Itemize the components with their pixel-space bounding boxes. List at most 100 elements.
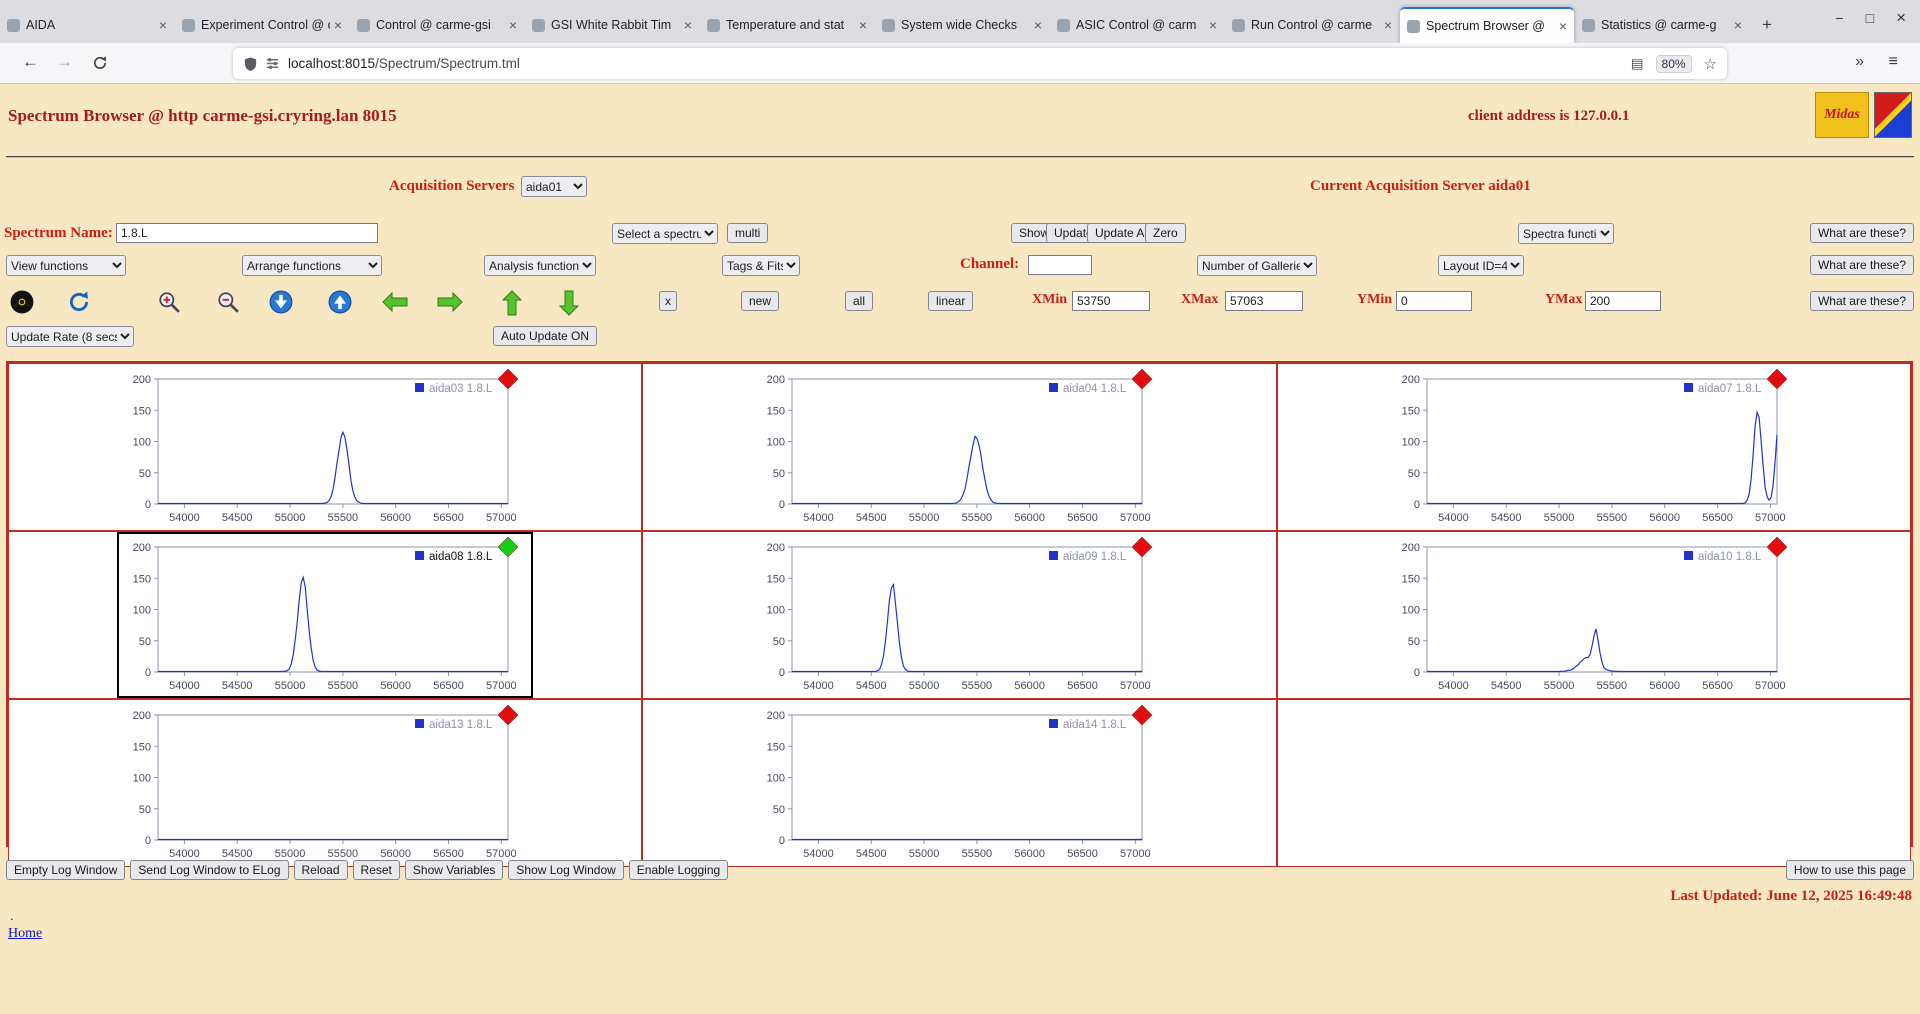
tab-close-icon[interactable]: × — [1034, 17, 1042, 33]
pan-right-button[interactable] — [437, 290, 461, 314]
forward-button[interactable]: → — [56, 52, 73, 72]
browser-tab[interactable]: Temperature and stat× — [700, 7, 874, 43]
y-tick-label: 200 — [767, 374, 785, 386]
reload-button[interactable] — [92, 55, 108, 76]
empty-log-window-button[interactable]: Empty Log Window — [6, 860, 125, 880]
enable-logging-button[interactable]: Enable Logging — [629, 860, 728, 880]
back-button[interactable]: ← — [22, 52, 39, 72]
new-button[interactable]: new — [741, 291, 779, 311]
what-are-these-button-1[interactable]: What are these? — [1810, 223, 1914, 243]
menu-hamburger-icon[interactable]: ≡ — [1889, 53, 1898, 71]
show-log-window-button[interactable]: Show Log Window — [508, 860, 623, 880]
spectrum-cell[interactable]: 0501001502005400054500550005550056000565… — [8, 531, 642, 699]
spectrum-cell[interactable]: 0501001502005400054500550005550056000565… — [1277, 531, 1911, 699]
spectrum-panel[interactable]: 0501001502005400054500550005550056000565… — [1386, 532, 1802, 698]
acquisition-server-select[interactable]: aida01 — [521, 176, 587, 197]
tab-close-icon[interactable]: × — [1384, 17, 1392, 33]
spectra-functions-select[interactable]: Spectra functions — [1518, 223, 1614, 244]
all-button[interactable]: all — [845, 291, 873, 311]
tab-close-icon[interactable]: × — [334, 17, 342, 33]
browser-tab[interactable]: Statistics @ carme-g× — [1575, 7, 1749, 43]
multi-button[interactable]: multi — [727, 223, 768, 243]
channel-input[interactable] — [1028, 255, 1092, 275]
send-log-to-elog-button[interactable]: Send Log Window to ELog — [130, 860, 288, 880]
y-tick-label: 100 — [767, 437, 785, 449]
spectrum-cell[interactable]: 0501001502005400054500550005550056000565… — [1277, 363, 1911, 531]
refresh-button[interactable] — [67, 290, 91, 314]
arrange-functions-select[interactable]: Arrange functions — [242, 255, 382, 276]
update-rate-select[interactable]: Update Rate (8 secs) — [6, 326, 134, 347]
ymax-input[interactable] — [1585, 291, 1661, 311]
overflow-chevron-icon[interactable]: » — [1855, 53, 1864, 71]
spectrum-cell[interactable]: 0501001502005400054500550005550056000565… — [642, 699, 1276, 867]
close-button[interactable]: × — [1896, 8, 1906, 28]
browser-tab[interactable]: Experiment Control @ ca× — [175, 7, 349, 43]
number-of-galleries-select[interactable]: Number of Galleries — [1197, 255, 1317, 276]
zoom-level-badge[interactable]: 80% — [1656, 55, 1692, 73]
tab-close-icon[interactable]: × — [159, 17, 167, 33]
auto-update-button[interactable]: Auto Update ON — [493, 326, 597, 346]
what-are-these-button-2[interactable]: What are these? — [1810, 255, 1914, 275]
spectrum-panel[interactable]: 0501001502005400054500550005550056000565… — [117, 700, 533, 866]
browser-tab[interactable]: ASIC Control @ carm× — [1050, 7, 1224, 43]
browser-tab[interactable]: Spectrum Browser @× — [1400, 7, 1574, 43]
spectrum-panel[interactable]: 0501001502005400054500550005550056000565… — [751, 364, 1167, 530]
minimize-button[interactable]: − — [1835, 10, 1843, 26]
xmin-input[interactable] — [1072, 291, 1150, 311]
reader-mode-icon[interactable]: ▤ — [1631, 56, 1644, 72]
spectrum-cell[interactable]: 0501001502005400054500550005550056000565… — [8, 699, 642, 867]
browser-tab[interactable]: Control @ carme-gsi× — [350, 7, 524, 43]
browser-tab[interactable]: System wide Checks× — [875, 7, 1049, 43]
y-scale-down-button[interactable] — [269, 290, 293, 314]
x-axis-button[interactable]: x — [659, 291, 677, 311]
xmax-input[interactable] — [1225, 291, 1303, 311]
tab-close-icon[interactable]: × — [1734, 17, 1742, 33]
maximize-button[interactable]: □ — [1866, 10, 1874, 26]
ymin-input[interactable] — [1396, 291, 1472, 311]
tab-close-icon[interactable]: × — [509, 17, 517, 33]
show-variables-button[interactable]: Show Variables — [405, 860, 504, 880]
browser-tab[interactable]: GSI White Rabbit Tim× — [525, 7, 699, 43]
what-are-these-button-3[interactable]: What are these? — [1810, 291, 1914, 311]
spectrum-cell[interactable]: 0501001502005400054500550005550056000565… — [642, 531, 1276, 699]
tab-close-icon[interactable]: × — [859, 17, 867, 33]
spectrum-name-input[interactable] — [116, 223, 378, 243]
reload-page-button[interactable]: Reload — [294, 860, 348, 880]
view-functions-select[interactable]: View functions — [6, 255, 126, 276]
analysis-functions-select[interactable]: Analysis functions — [484, 255, 596, 276]
pan-down-button[interactable] — [557, 290, 581, 314]
linear-button[interactable]: linear — [928, 291, 973, 311]
pan-left-button[interactable] — [382, 290, 406, 314]
zero-button[interactable]: Zero — [1145, 223, 1186, 243]
home-link[interactable]: Home — [8, 926, 42, 942]
browser-tab[interactable]: Run Control @ carme× — [1225, 7, 1399, 43]
url-bar[interactable]: localhost:8015/Spectrum/Spectrum.tml ▤ 8… — [233, 48, 1727, 79]
tab-close-icon[interactable]: × — [1559, 18, 1567, 34]
spectrum-cell[interactable]: 0501001502005400054500550005550056000565… — [642, 363, 1276, 531]
spectrum-panel[interactable]: 0501001502005400054500550005550056000565… — [751, 532, 1167, 698]
spectrum-panel[interactable]: 0501001502005400054500550005550056000565… — [751, 700, 1167, 866]
how-to-use-button[interactable]: How to use this page — [1786, 860, 1914, 880]
tab-close-icon[interactable]: × — [684, 17, 692, 33]
new-tab-button[interactable]: + — [1752, 10, 1782, 40]
zoom-out-button[interactable] — [216, 290, 240, 314]
spectrum-panel[interactable]: 0501001502005400054500550005550056000565… — [1386, 364, 1802, 530]
spectrum-panel[interactable]: 0501001502005400054500550005550056000565… — [117, 532, 533, 698]
zoom-in-button[interactable] — [157, 290, 181, 314]
select-spectrum-dropdown[interactable]: Select a spectrum — [612, 223, 718, 244]
spectrum-panel[interactable]: 0501001502005400054500550005550056000565… — [117, 364, 533, 530]
zero-spectra-button[interactable] — [10, 290, 34, 314]
pan-up-button[interactable] — [500, 290, 524, 314]
y-scale-up-button[interactable] — [328, 290, 352, 314]
browser-tab[interactable]: AIDA× — [0, 7, 174, 43]
bookmark-star-icon[interactable]: ☆ — [1704, 55, 1717, 73]
tags-fits-select[interactable]: Tags & Fits — [722, 255, 800, 276]
tab-favicon-icon — [1407, 20, 1420, 33]
layout-id-select[interactable]: Layout ID=4 — [1438, 255, 1524, 276]
reset-button[interactable]: Reset — [353, 860, 400, 880]
spectrum-cell[interactable]: 0501001502005400054500550005550056000565… — [8, 363, 642, 531]
y-tick-label: 50 — [773, 468, 785, 480]
tab-favicon-icon — [357, 19, 370, 32]
x-tick-label: 55000 — [275, 680, 306, 692]
tab-close-icon[interactable]: × — [1209, 17, 1217, 33]
